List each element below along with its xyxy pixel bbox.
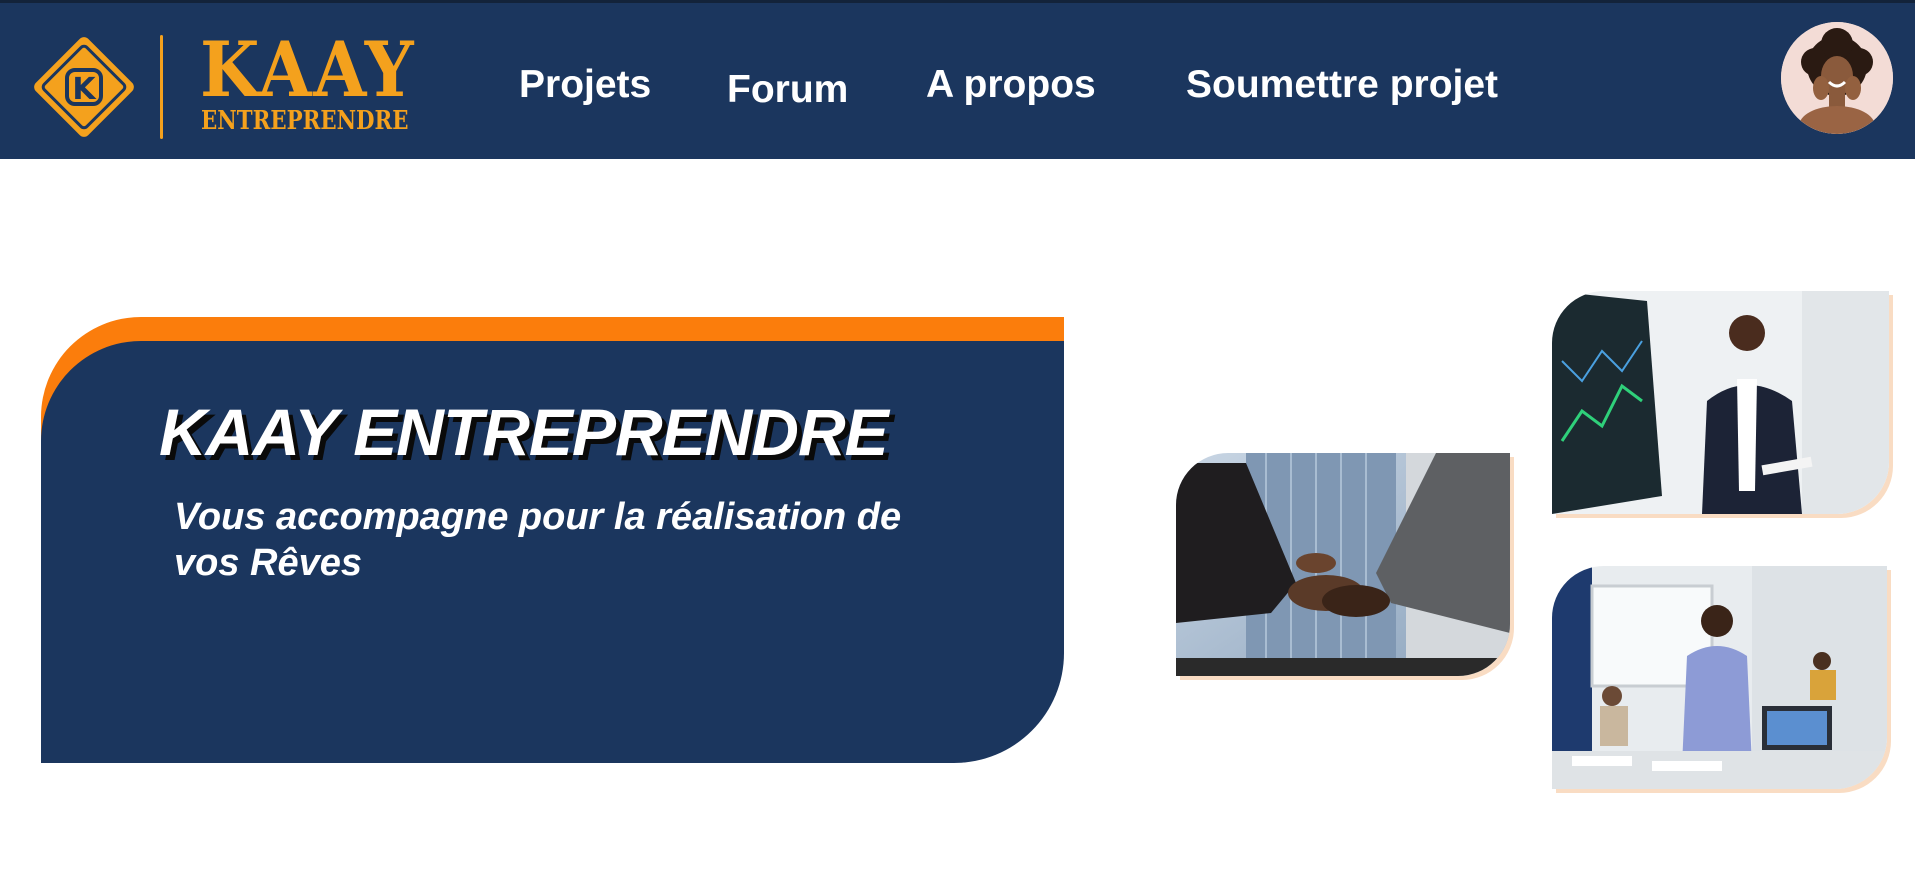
logo-diamond-icon: K	[34, 37, 134, 137]
logo-tagline: ENTREPRENDRE	[201, 106, 409, 136]
top-navbar: K KAAY ENTREPRENDRE Projets Forum A prop…	[0, 0, 1915, 159]
office-woman-photo	[1552, 566, 1887, 789]
hero-subtitle: Vous accompagne pour la réalisation de v…	[174, 496, 902, 584]
hero-title: KAAY ENTREPRENDRE	[159, 395, 889, 469]
presenter-photo	[1552, 291, 1889, 514]
brand-logo[interactable]: K KAAY ENTREPRENDRE	[30, 31, 414, 143]
hero-banner: KAAY ENTREPRENDRE Vous accompagne pour l…	[41, 341, 1064, 763]
nav-link-soumettre-projet[interactable]: Soumettre projet	[1186, 63, 1498, 107]
user-avatar[interactable]	[1781, 22, 1893, 134]
logo-divider	[160, 35, 163, 139]
handshake-photo	[1176, 453, 1510, 676]
nav-link-projets[interactable]: Projets	[519, 63, 651, 107]
logo-wordmark: KAAY	[200, 25, 416, 114]
user-avatar-icon	[1781, 22, 1893, 134]
nav-link-forum[interactable]: Forum	[727, 68, 848, 112]
svg-text:K: K	[72, 72, 97, 107]
nav-link-a-propos[interactable]: A propos	[926, 63, 1096, 107]
